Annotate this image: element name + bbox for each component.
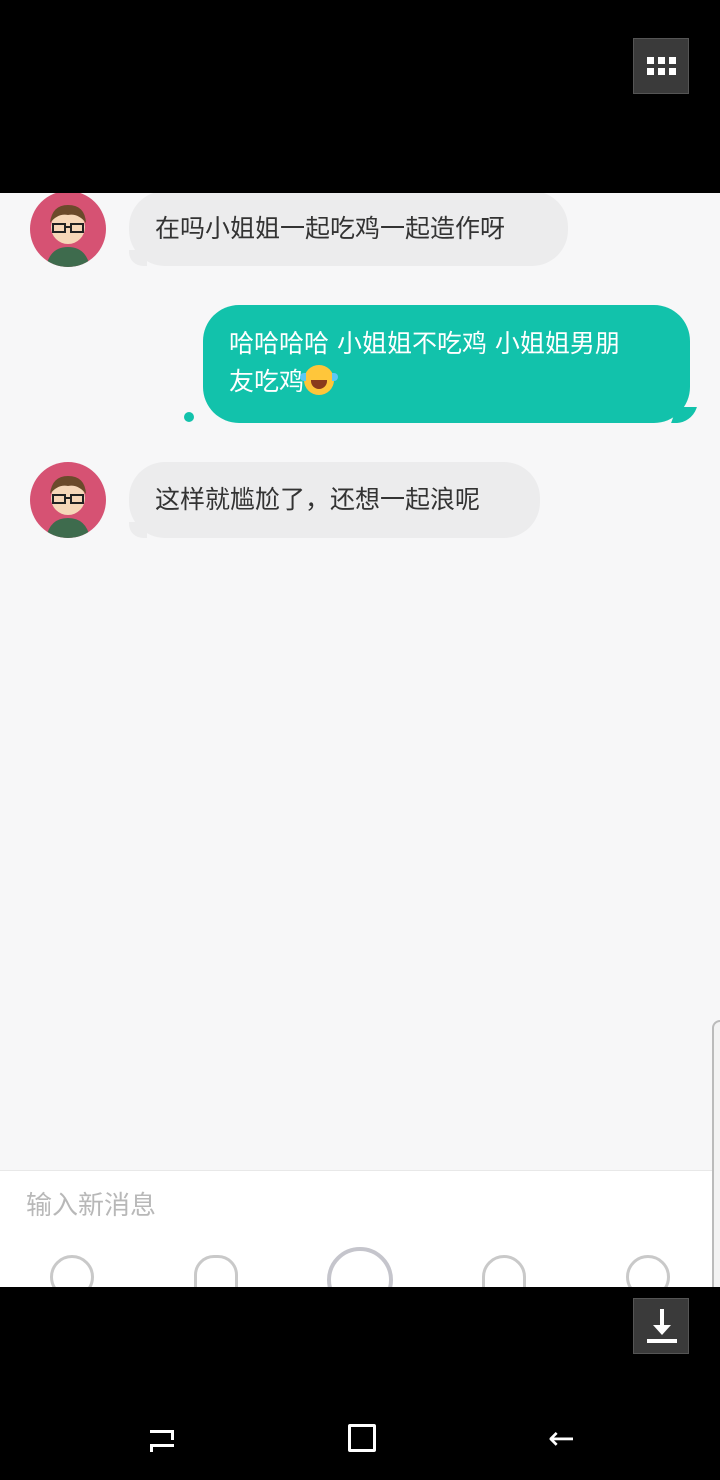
message-text-line: 友吃鸡 bbox=[229, 367, 305, 396]
contact-avatar[interactable] bbox=[30, 462, 106, 538]
edge-panel-handle[interactable] bbox=[712, 1020, 720, 1320]
download-button[interactable] bbox=[633, 1298, 689, 1354]
tears-of-joy-emoji-icon bbox=[300, 365, 339, 395]
contact-avatar[interactable] bbox=[30, 193, 106, 267]
message-text: 在吗小姐姐一起吃鸡一起造作呀 bbox=[155, 213, 506, 243]
emoji-icon[interactable] bbox=[626, 1255, 670, 1288]
call-icon[interactable] bbox=[194, 1255, 238, 1288]
picture-icon[interactable] bbox=[50, 1255, 94, 1288]
message-bubble-incoming[interactable]: 在吗小姐姐一起吃鸡一起造作呀 bbox=[129, 193, 568, 266]
home-button[interactable] bbox=[348, 1424, 376, 1452]
voice-record-icon[interactable] bbox=[327, 1247, 393, 1288]
message-text-line: 哈哈哈哈 小姐姐不吃鸡 小姐姐男朋 bbox=[229, 329, 620, 358]
capsule-icon[interactable] bbox=[482, 1255, 526, 1288]
message-bubble-outgoing[interactable]: 哈哈哈哈 小姐姐不吃鸡 小姐姐男朋 友吃鸡 bbox=[203, 305, 690, 423]
back-icon[interactable]: ← bbox=[548, 1422, 578, 1454]
app-grid-button[interactable] bbox=[633, 38, 689, 94]
recent-apps-icon[interactable] bbox=[148, 1424, 176, 1452]
top-overlay-bar bbox=[0, 0, 720, 193]
sent-status-dot bbox=[184, 412, 194, 422]
message-text: 这样就尴尬了，还想一起浪呢 bbox=[155, 485, 481, 514]
message-bubble-incoming[interactable]: 这样就尴尬了，还想一起浪呢 bbox=[129, 462, 540, 538]
chat-messages[interactable]: 在吗小姐姐一起吃鸡一起造作呀 哈哈哈哈 小姐姐不吃鸡 小姐姐男朋 友吃鸡 这样就… bbox=[0, 193, 720, 1170]
grid-icon bbox=[646, 57, 676, 75]
message-input[interactable]: 输入新消息 bbox=[26, 1185, 156, 1222]
composer: 输入新消息 bbox=[0, 1170, 720, 1288]
